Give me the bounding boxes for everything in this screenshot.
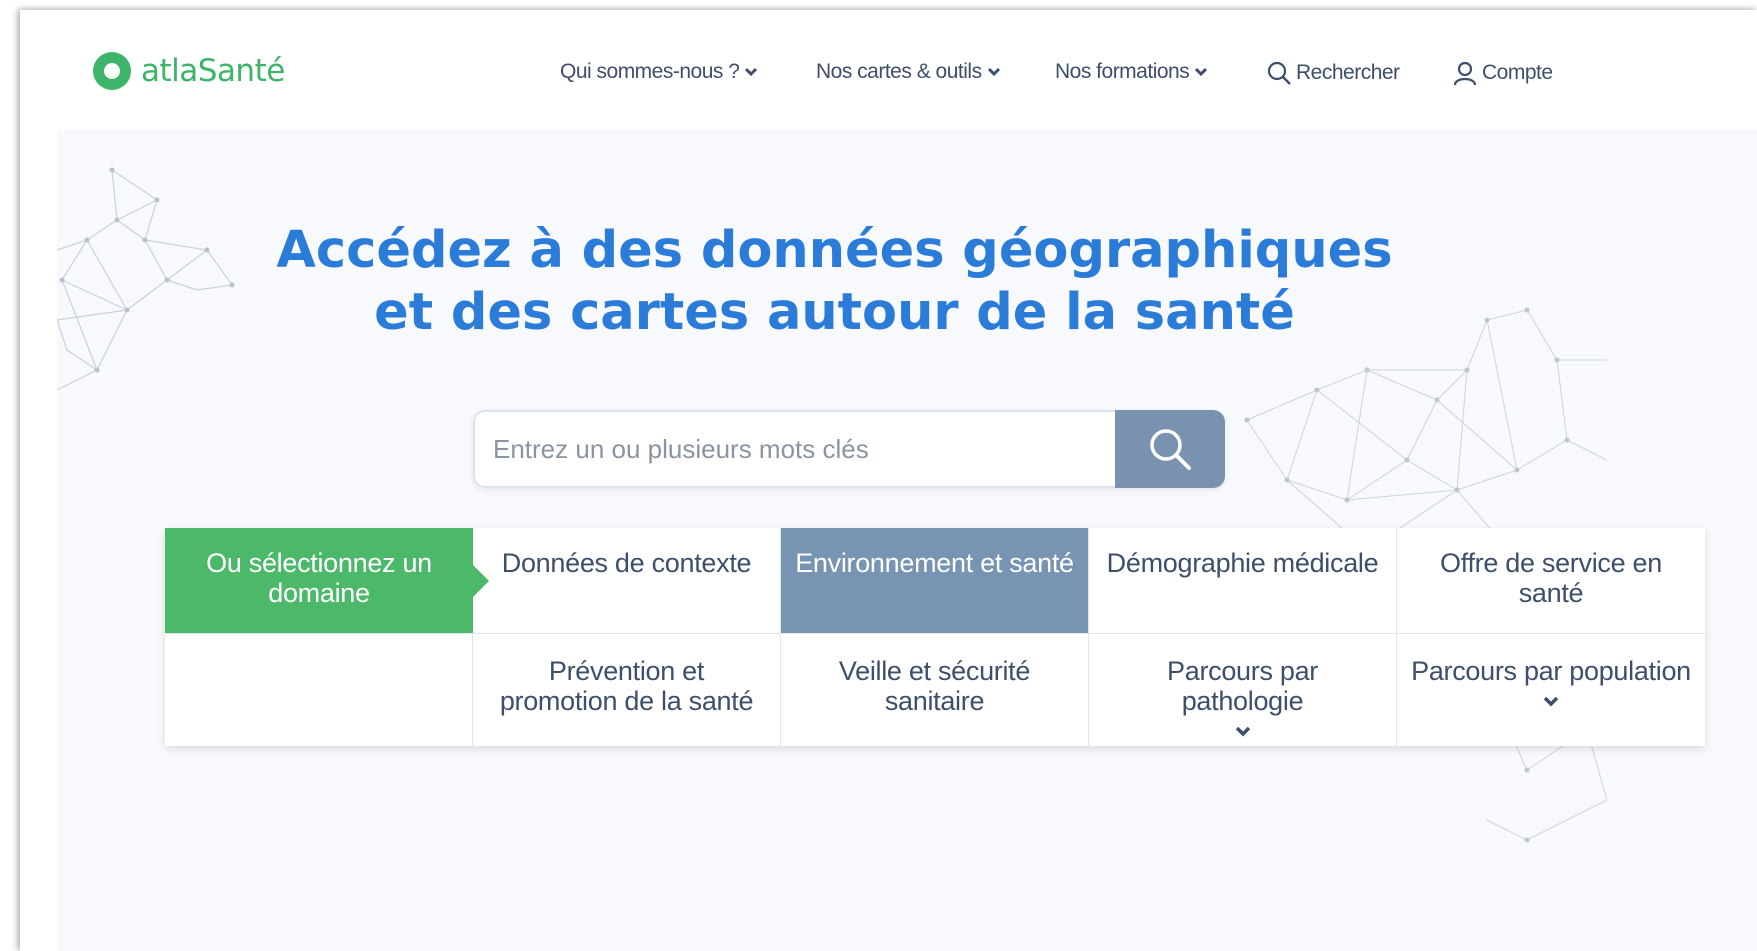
domain-label: Données de contexte — [501, 548, 752, 578]
nav-rechercher[interactable]: Rechercher — [1266, 60, 1400, 86]
hero-title-line2: et des cartes autour de la santé — [374, 283, 1295, 342]
site-header: atlaSanté Qui sommes-nous ? Nos cartes &… — [20, 10, 1757, 130]
domain-prompt-label: Ou sélectionnez un domaine — [206, 548, 432, 608]
domain-label: Parcours par population — [1411, 656, 1691, 686]
chevron-down-icon — [1235, 726, 1250, 737]
hero-title: Accédez à des données géographiques et d… — [57, 220, 1612, 344]
browser-page: atlaSanté Qui sommes-nous ? Nos cartes &… — [20, 10, 1757, 951]
search-icon — [1267, 61, 1291, 85]
logo-text: atlaSanté — [141, 53, 285, 89]
nav-nos-formations[interactable]: Nos formations — [1055, 60, 1208, 84]
logo[interactable]: atlaSanté — [93, 52, 285, 90]
user-icon — [1453, 61, 1477, 86]
search-icon — [1150, 429, 1191, 470]
domain-label: Démographie médicale — [1106, 548, 1379, 578]
nav-label: Compte — [1482, 61, 1553, 84]
nav-label: Nos formations — [1055, 60, 1190, 83]
domain-label: Environnement et santé — [795, 548, 1074, 578]
nav-compte[interactable]: Compte — [1452, 60, 1553, 86]
search-button[interactable] — [1115, 410, 1225, 488]
chevron-down-icon — [987, 67, 1000, 77]
nav-label: Rechercher — [1296, 61, 1400, 84]
domain-veille-securite[interactable]: Veille et sécurité sanitaire — [781, 634, 1089, 746]
domain-grid-empty-cell — [165, 634, 473, 746]
search-input[interactable] — [493, 412, 1113, 486]
hero-title-line1: Accédez à des données géographiques — [276, 221, 1393, 280]
domain-offre-de-service[interactable]: Offre de service en santé — [1397, 528, 1705, 634]
domain-label: Parcours par pathologie — [1167, 656, 1318, 716]
domain-donnees-de-contexte[interactable]: Données de contexte — [473, 528, 781, 634]
domain-environnement-et-sante[interactable]: Environnement et santé — [781, 528, 1089, 634]
nav-label: Nos cartes & outils — [816, 60, 982, 83]
chevron-down-icon — [745, 67, 758, 77]
nav-qui-sommes-nous[interactable]: Qui sommes-nous ? — [560, 60, 758, 84]
domain-grid: Ou sélectionnez un domaine Données de co… — [165, 528, 1705, 746]
domain-label: Veille et sécurité sanitaire — [838, 656, 1031, 716]
domain-label: Offre de service en santé — [1440, 548, 1662, 608]
domain-label: Prévention et promotion de la santé — [499, 656, 754, 716]
search-bar — [473, 410, 1225, 488]
domain-parcours-population[interactable]: Parcours par population — [1397, 634, 1705, 746]
logo-mark-icon — [93, 52, 131, 90]
chevron-down-icon — [1195, 67, 1208, 77]
chevron-down-icon — [1543, 696, 1559, 707]
domain-prevention-promotion[interactable]: Prévention et promotion de la santé — [473, 634, 781, 746]
hero-section: Accédez à des données géographiques et d… — [57, 130, 1757, 951]
nav-nos-cartes-outils[interactable]: Nos cartes & outils — [816, 60, 1001, 84]
domain-prompt: Ou sélectionnez un domaine — [165, 528, 489, 634]
domain-demographie-medicale[interactable]: Démographie médicale — [1089, 528, 1397, 634]
domain-parcours-pathologie[interactable]: Parcours par pathologie — [1089, 634, 1397, 746]
nav-label: Qui sommes-nous ? — [560, 60, 740, 83]
